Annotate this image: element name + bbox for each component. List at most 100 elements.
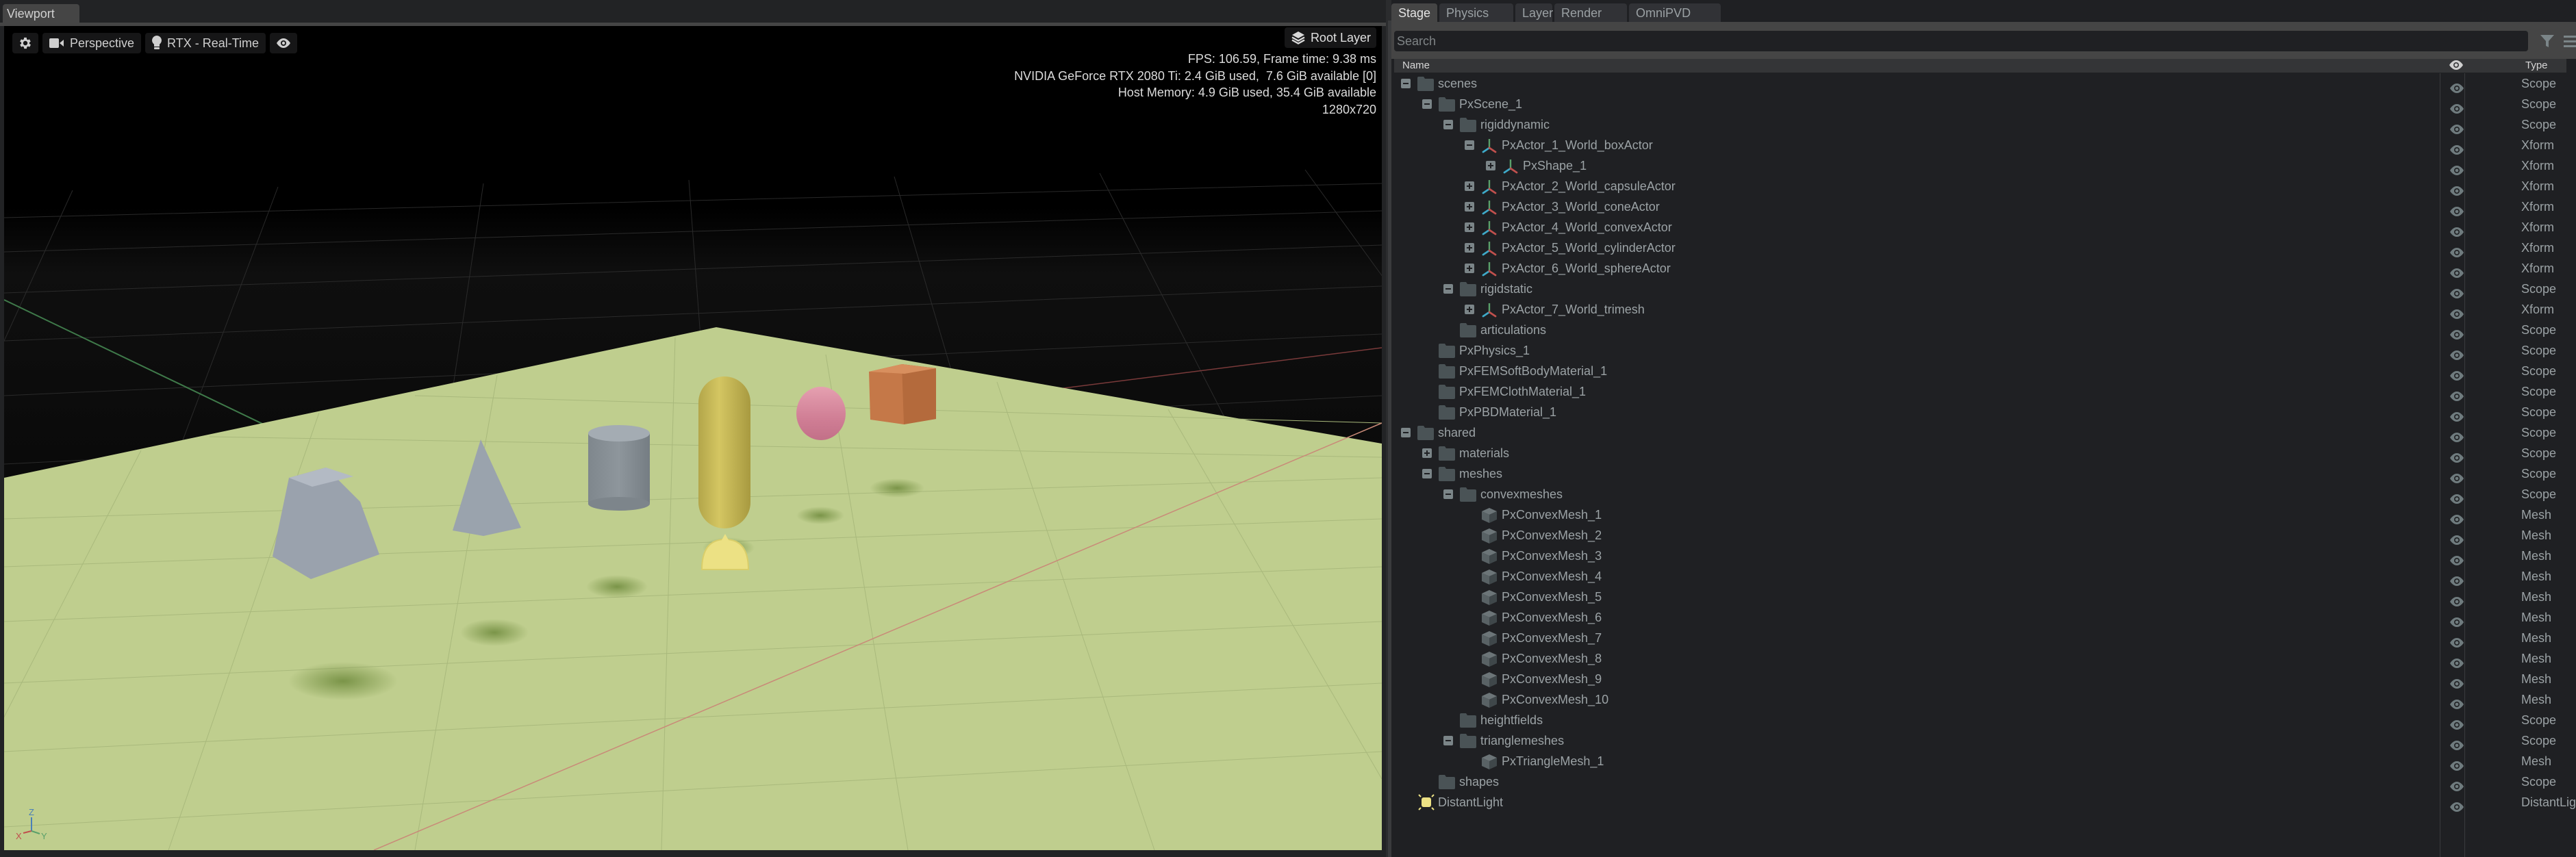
tree-row-name: meshes <box>1459 463 1502 484</box>
tab-physics-settings[interactable]: Physics Settings <box>1439 3 1513 23</box>
filter-icon[interactable] <box>2539 33 2555 49</box>
collapse-icon[interactable] <box>1443 120 1453 129</box>
tree-row-name: PxActor_4_World_convexActor <box>1502 217 1672 238</box>
tree-row[interactable]: PxConvexMesh_4Mesh <box>1394 566 2576 587</box>
tree-row[interactable]: PxActor_2_World_capsuleActorXform <box>1394 176 2576 196</box>
tree-row[interactable]: meshesScope <box>1394 463 2576 484</box>
collapse-icon[interactable] <box>1422 469 1432 478</box>
visibility-toggle-eye-icon[interactable] <box>2449 797 2464 818</box>
panel-splitter[interactable] <box>1386 0 1391 857</box>
tree-row[interactable]: PxActor_3_World_coneActorXform <box>1394 196 2576 217</box>
tree-row[interactable]: convexmeshesScope <box>1394 484 2576 504</box>
tree-row-name: articulations <box>1480 320 1546 340</box>
search-input[interactable] <box>1394 31 2528 51</box>
tree-row[interactable]: PxScene_1Scope <box>1394 94 2576 114</box>
tree-row[interactable]: PxActor_7_World_trimeshXform <box>1394 299 2576 320</box>
collapse-icon[interactable] <box>1443 489 1453 499</box>
folder-icon <box>1417 76 1434 91</box>
camera-dropdown[interactable]: Perspective <box>42 33 141 53</box>
tree-row[interactable]: scenesScope <box>1394 73 2576 94</box>
collapse-icon[interactable] <box>1443 736 1453 745</box>
tree-row[interactable]: PxFEMSoftBodyMaterial_1Scope <box>1394 361 2576 381</box>
folder-icon <box>1439 774 1455 789</box>
collapse-icon[interactable] <box>1465 140 1474 150</box>
tree-row-name: shapes <box>1459 771 1499 792</box>
expand-icon[interactable] <box>1465 264 1474 273</box>
tab-layer[interactable]: Layer <box>1515 3 1552 23</box>
tree-row[interactable]: PxConvexMesh_3Mesh <box>1394 546 2576 566</box>
expand-icon[interactable] <box>1465 305 1474 314</box>
tree-row[interactable]: DistantLightDistantLight <box>1394 792 2576 813</box>
tree-row[interactable]: shapesScope <box>1394 771 2576 792</box>
root-layer-button[interactable]: Root Layer <box>1285 27 1376 48</box>
tree-row[interactable]: PxPhysics_1Scope <box>1394 340 2576 361</box>
tab-viewport[interactable]: Viewport <box>3 4 79 23</box>
tree-row[interactable]: PxConvexMesh_1Mesh <box>1394 504 2576 525</box>
expand-icon[interactable] <box>1465 202 1474 212</box>
mesh-cube-icon <box>1481 651 1498 666</box>
tree-row[interactable]: rigidstaticScope <box>1394 279 2576 299</box>
visibility-button[interactable] <box>270 33 297 53</box>
tree-row-type: Mesh <box>2521 525 2551 546</box>
tree-row-name: PxActor_2_World_capsuleActor <box>1502 176 1676 196</box>
tree-row-type: Mesh <box>2521 504 2551 525</box>
folder-icon <box>1460 733 1476 748</box>
tree-row[interactable]: articulationsScope <box>1394 320 2576 340</box>
tree-row-name: PxConvexMesh_10 <box>1502 689 1608 710</box>
tab-omnipvd-object-tree[interactable]: OmniPVD Object Tree <box>1629 3 1721 23</box>
tree-row-name: PxConvexMesh_7 <box>1502 628 1602 648</box>
mesh-cube-icon <box>1481 754 1498 769</box>
tree-row[interactable]: PxShape_1Xform <box>1394 155 2576 176</box>
tree-row[interactable]: PxConvexMesh_9Mesh <box>1394 669 2576 689</box>
expand-icon[interactable] <box>1486 161 1495 170</box>
host-memory-readout: Host Memory: 4.9 GiB used, 35.4 GiB avai… <box>1014 84 1376 101</box>
tree-row[interactable]: PxActor_6_World_sphereActorXform <box>1394 258 2576 279</box>
expand-icon[interactable] <box>1465 243 1474 253</box>
column-header-name[interactable]: Name <box>1402 59 1430 73</box>
tree-row[interactable]: PxConvexMesh_2Mesh <box>1394 525 2576 546</box>
expand-icon[interactable] <box>1465 222 1474 232</box>
tree-row[interactable]: PxConvexMesh_7Mesh <box>1394 628 2576 648</box>
expand-icon[interactable] <box>1465 181 1474 191</box>
tree-row[interactable]: PxConvexMesh_10Mesh <box>1394 689 2576 710</box>
root-layer-label: Root Layer <box>1311 31 1371 45</box>
tab-render-settings[interactable]: Render Settings <box>1554 3 1627 23</box>
tree-row[interactable]: PxConvexMesh_6Mesh <box>1394 607 2576 628</box>
collapse-icon[interactable] <box>1422 99 1432 109</box>
collapse-icon[interactable] <box>1401 79 1411 88</box>
tree-row-type: Scope <box>2521 94 2556 114</box>
column-header-type[interactable]: Type <box>2525 59 2548 73</box>
tree-row[interactable]: sharedScope <box>1394 422 2576 443</box>
tree-row-type: Scope <box>2521 710 2556 730</box>
eye-icon <box>276 38 291 48</box>
tree-row-type: DistantLight <box>2521 792 2576 813</box>
collapse-icon[interactable] <box>1401 428 1411 437</box>
tree-row[interactable]: PxActor_4_World_convexActorXform <box>1394 217 2576 238</box>
tree-row-name: PxConvexMesh_6 <box>1502 607 1602 628</box>
tree-row[interactable]: materialsScope <box>1394 443 2576 463</box>
tree-row[interactable]: trianglemeshesScope <box>1394 730 2576 751</box>
tab-stage[interactable]: Stage <box>1391 3 1437 23</box>
tree-row[interactable]: PxPBDMaterial_1Scope <box>1394 402 2576 422</box>
collapse-icon[interactable] <box>1443 284 1453 294</box>
tree-row[interactable]: PxActor_1_World_boxActorXform <box>1394 135 2576 155</box>
tree-row-type: Scope <box>2521 279 2556 299</box>
options-menu-icon[interactable] <box>2564 33 2576 49</box>
tree-row[interactable]: PxActor_5_World_cylinderActorXform <box>1394 238 2576 258</box>
folder-icon <box>1460 322 1476 337</box>
axis-z-label: Z <box>29 807 34 817</box>
tree-row[interactable]: PxFEMClothMaterial_1Scope <box>1394 381 2576 402</box>
visibility-column-eye-icon[interactable] <box>2449 60 2464 71</box>
tree-row[interactable]: PxTriangleMesh_1Mesh <box>1394 751 2576 771</box>
renderer-dropdown[interactable]: RTX - Real-Time <box>145 33 266 53</box>
expand-icon[interactable] <box>1422 448 1432 458</box>
xform-axes-icon <box>1502 158 1519 173</box>
tree-row[interactable]: PxConvexMesh_5Mesh <box>1394 587 2576 607</box>
app-window: Viewport <box>0 0 2576 857</box>
tree-row[interactable]: heightfieldsScope <box>1394 710 2576 730</box>
tree-row[interactable]: PxConvexMesh_8Mesh <box>1394 648 2576 669</box>
viewport-canvas[interactable]: Perspective RTX - Real-Time Root Layer F… <box>4 26 1382 850</box>
viewport-settings-button[interactable] <box>12 33 38 53</box>
tree-row[interactable]: rigiddynamicScope <box>1394 114 2576 135</box>
tree-row-type: Scope <box>2521 73 2556 94</box>
